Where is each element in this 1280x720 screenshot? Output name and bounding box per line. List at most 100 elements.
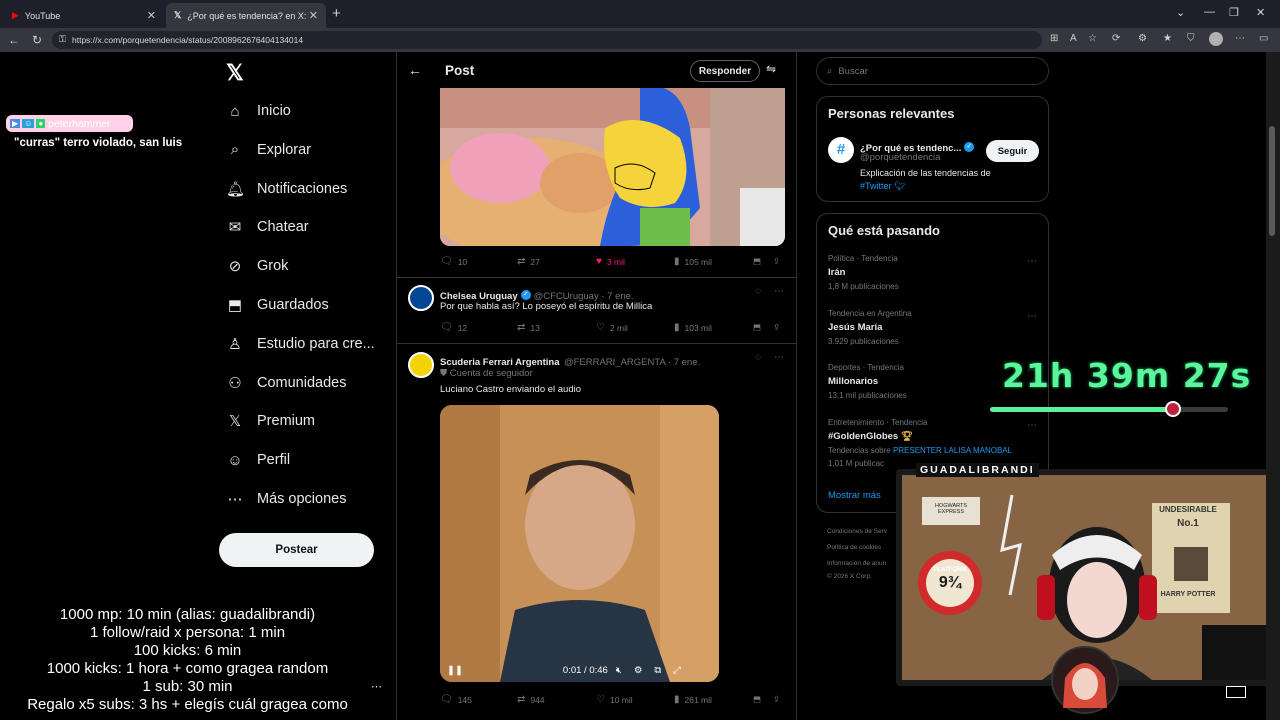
count-text: 145 xyxy=(457,694,472,705)
reload-icon[interactable]: ↻ xyxy=(32,33,42,47)
footer-link[interactable]: Política de cookies xyxy=(827,544,881,551)
read-aloud-icon[interactable]: A xyxy=(1070,33,1077,44)
author-handle[interactable]: @FERRARI_ARGENTA · 7 ene. xyxy=(564,357,700,368)
search-icon: ⌕ xyxy=(230,141,240,159)
more-icon[interactable]: ⋯ xyxy=(774,286,784,297)
pause-icon[interactable]: ❚❚ xyxy=(447,665,463,676)
fullscreen-icon[interactable]: ⤢ xyxy=(673,665,681,676)
back-arrow-icon[interactable]: ← xyxy=(8,33,20,47)
timer-progress-bar xyxy=(990,407,1228,412)
search-input[interactable]: ⌕ Buscar xyxy=(816,57,1049,85)
sidebar-toggle-icon[interactable]: ▭ xyxy=(1259,33,1268,44)
trend-more-icon[interactable]: ⋯ xyxy=(1027,420,1037,431)
trend-name[interactable]: #GoldenGlobes 🏆︎ xyxy=(828,431,913,442)
refresh-extension-icon[interactable]: ⟳ xyxy=(1112,33,1120,44)
more-icon[interactable]: ⋯ xyxy=(774,352,784,363)
trend-more-icon[interactable]: ⋯ xyxy=(1027,311,1037,322)
post-video[interactable] xyxy=(440,405,719,682)
share-icon[interactable]: ⇪ xyxy=(773,256,780,267)
extensions-icon[interactable]: ⚙ xyxy=(1138,33,1147,44)
new-tab-icon[interactable]: + xyxy=(332,5,341,22)
share-icon[interactable]: ⇪ xyxy=(773,694,780,705)
bookmark-icon[interactable]: ⬒ xyxy=(753,256,761,267)
share-icon[interactable]: ⇪ xyxy=(773,322,780,333)
repost-count[interactable]: ⇄ 944 xyxy=(517,694,545,705)
shield-icon[interactable]: ⛉ xyxy=(1187,33,1195,44)
pip-icon[interactable]: ⧉ xyxy=(654,665,661,676)
view-count[interactable]: ▮ 105 mil xyxy=(674,256,712,267)
scrollbar-thumb[interactable] xyxy=(1269,126,1275,236)
grok-icon[interactable]: ◌ xyxy=(755,352,761,363)
nav-item-inicio[interactable]: ⌂ Inicio xyxy=(226,98,290,124)
like-count[interactable]: ♥ 3 mil xyxy=(596,256,625,267)
nav-item-estudio-para-cre[interactable]: ♙ Estudio para cre... xyxy=(226,331,374,357)
bio-hashtag-link[interactable]: #Twitter 🐦︎ xyxy=(860,181,905,192)
filter-icon[interactable]: ⇋ xyxy=(766,62,776,76)
trend-name[interactable]: Irán xyxy=(828,267,845,278)
minimize-icon[interactable]: — xyxy=(1204,6,1215,18)
tab-x-post[interactable]: 𝕏 ¿Por qué es tendencia? en X: ""Lu ✕ xyxy=(166,3,326,28)
nav-item-premium[interactable]: 𝕏 Premium xyxy=(226,408,315,434)
repost-icon: ⇄ xyxy=(517,322,526,333)
avatar[interactable] xyxy=(408,352,434,378)
reply-button[interactable]: Responder xyxy=(690,60,760,82)
bookmark-icon[interactable]: ⬒ xyxy=(753,322,761,333)
trend-related-link[interactable]: PRESENTER LALISA MANOBAL xyxy=(893,446,1012,455)
nav-item-explorar[interactable]: ⌕ Explorar xyxy=(226,137,311,163)
collapse-icon[interactable]: ⌄ xyxy=(1176,6,1185,19)
show-more-link[interactable]: Mostrar más xyxy=(828,490,881,501)
post-button[interactable]: Postear xyxy=(219,533,374,567)
post-image[interactable] xyxy=(440,88,785,246)
close-tab-icon[interactable]: ✕ xyxy=(309,9,318,22)
follow-button[interactable]: Seguir xyxy=(986,140,1039,162)
footer-link[interactable]: Condiciones de Serv xyxy=(827,528,887,535)
footer-link[interactable]: Información de anun xyxy=(827,560,886,567)
view-count[interactable]: ▮ 103 mil xyxy=(674,322,712,333)
settings-icon[interactable]: ⚙ xyxy=(634,665,643,676)
author-name[interactable]: Scuderia Ferrari Argentina xyxy=(440,357,560,368)
nav-item-guardados[interactable]: ⬒ Guardados xyxy=(226,292,329,318)
reply-count[interactable]: 🗨 12 xyxy=(440,322,467,333)
chat-message: "curras" terro violado, san luis xyxy=(14,137,183,149)
trend-name[interactable]: Jesús María xyxy=(828,322,882,333)
webcam-label: GUADALIBRANDI xyxy=(916,463,1039,477)
profile-avatar[interactable] xyxy=(1209,32,1223,46)
favorite-star-icon[interactable]: ☆ xyxy=(1088,33,1097,44)
nav-item-comunidades[interactable]: ⚇ Comunidades xyxy=(226,370,346,396)
back-arrow-icon[interactable]: ← xyxy=(408,62,422,78)
nav-item-más-opciones[interactable]: ⋯ Más opciones xyxy=(226,486,347,512)
tab-youtube[interactable]: ▶ YouTube ✕ xyxy=(4,3,164,28)
url-field[interactable]: ⚿ https://x.com/porquetendencia/status/2… xyxy=(52,31,1042,49)
trend-more-icon[interactable]: ⋯ xyxy=(1027,256,1037,267)
nav-item-notificaciones[interactable]: 🔔︎ Notificaciones xyxy=(226,176,347,202)
close-window-icon[interactable]: ✕ xyxy=(1256,6,1265,19)
avatar[interactable] xyxy=(408,285,434,311)
repost-count[interactable]: ⇄ 27 xyxy=(517,256,540,267)
trend-name[interactable]: Millonarios xyxy=(828,376,878,387)
repost-icon: ⇄ xyxy=(517,256,526,267)
nav-item-perfil[interactable]: ☺ Perfil xyxy=(226,447,290,473)
more-icon[interactable]: ⋯ xyxy=(371,680,382,693)
menu-dots-icon[interactable]: ⋯ xyxy=(1235,33,1245,44)
mute-icon[interactable]: 🔇︎ xyxy=(616,665,622,676)
favorites-icon[interactable]: ★ xyxy=(1163,33,1172,44)
profile-handle[interactable]: @porquetendencia xyxy=(860,152,940,163)
chat-popout-icon[interactable] xyxy=(1226,686,1246,698)
more-icon: ⋯ xyxy=(227,491,243,508)
like-count[interactable]: ♡ 10 mil xyxy=(596,694,633,705)
grok-icon[interactable]: ◌ xyxy=(755,286,761,297)
nav-item-grok[interactable]: ⊘ Grok xyxy=(226,253,289,279)
bookmark-icon[interactable]: ⬒ xyxy=(753,694,761,705)
app-icon[interactable]: ⊞ xyxy=(1050,33,1058,44)
reply-count[interactable]: 🗨 10 xyxy=(440,256,467,267)
reply-count[interactable]: 🗨 145 xyxy=(440,694,472,705)
hashtag-avatar-icon[interactable]: # xyxy=(828,137,854,163)
repost-count[interactable]: ⇄ 13 xyxy=(517,322,540,333)
close-tab-icon[interactable]: ✕ xyxy=(147,9,156,22)
reply-icon: 🗨 xyxy=(440,694,453,705)
maximize-icon[interactable]: ❐ xyxy=(1229,6,1239,19)
view-count[interactable]: ▮ 261 mil xyxy=(674,694,712,705)
x-logo-icon[interactable]: 𝕏 xyxy=(226,60,244,86)
nav-item-chatear[interactable]: ✉ Chatear xyxy=(226,214,309,240)
like-count[interactable]: ♡ 2 mil xyxy=(596,322,628,333)
